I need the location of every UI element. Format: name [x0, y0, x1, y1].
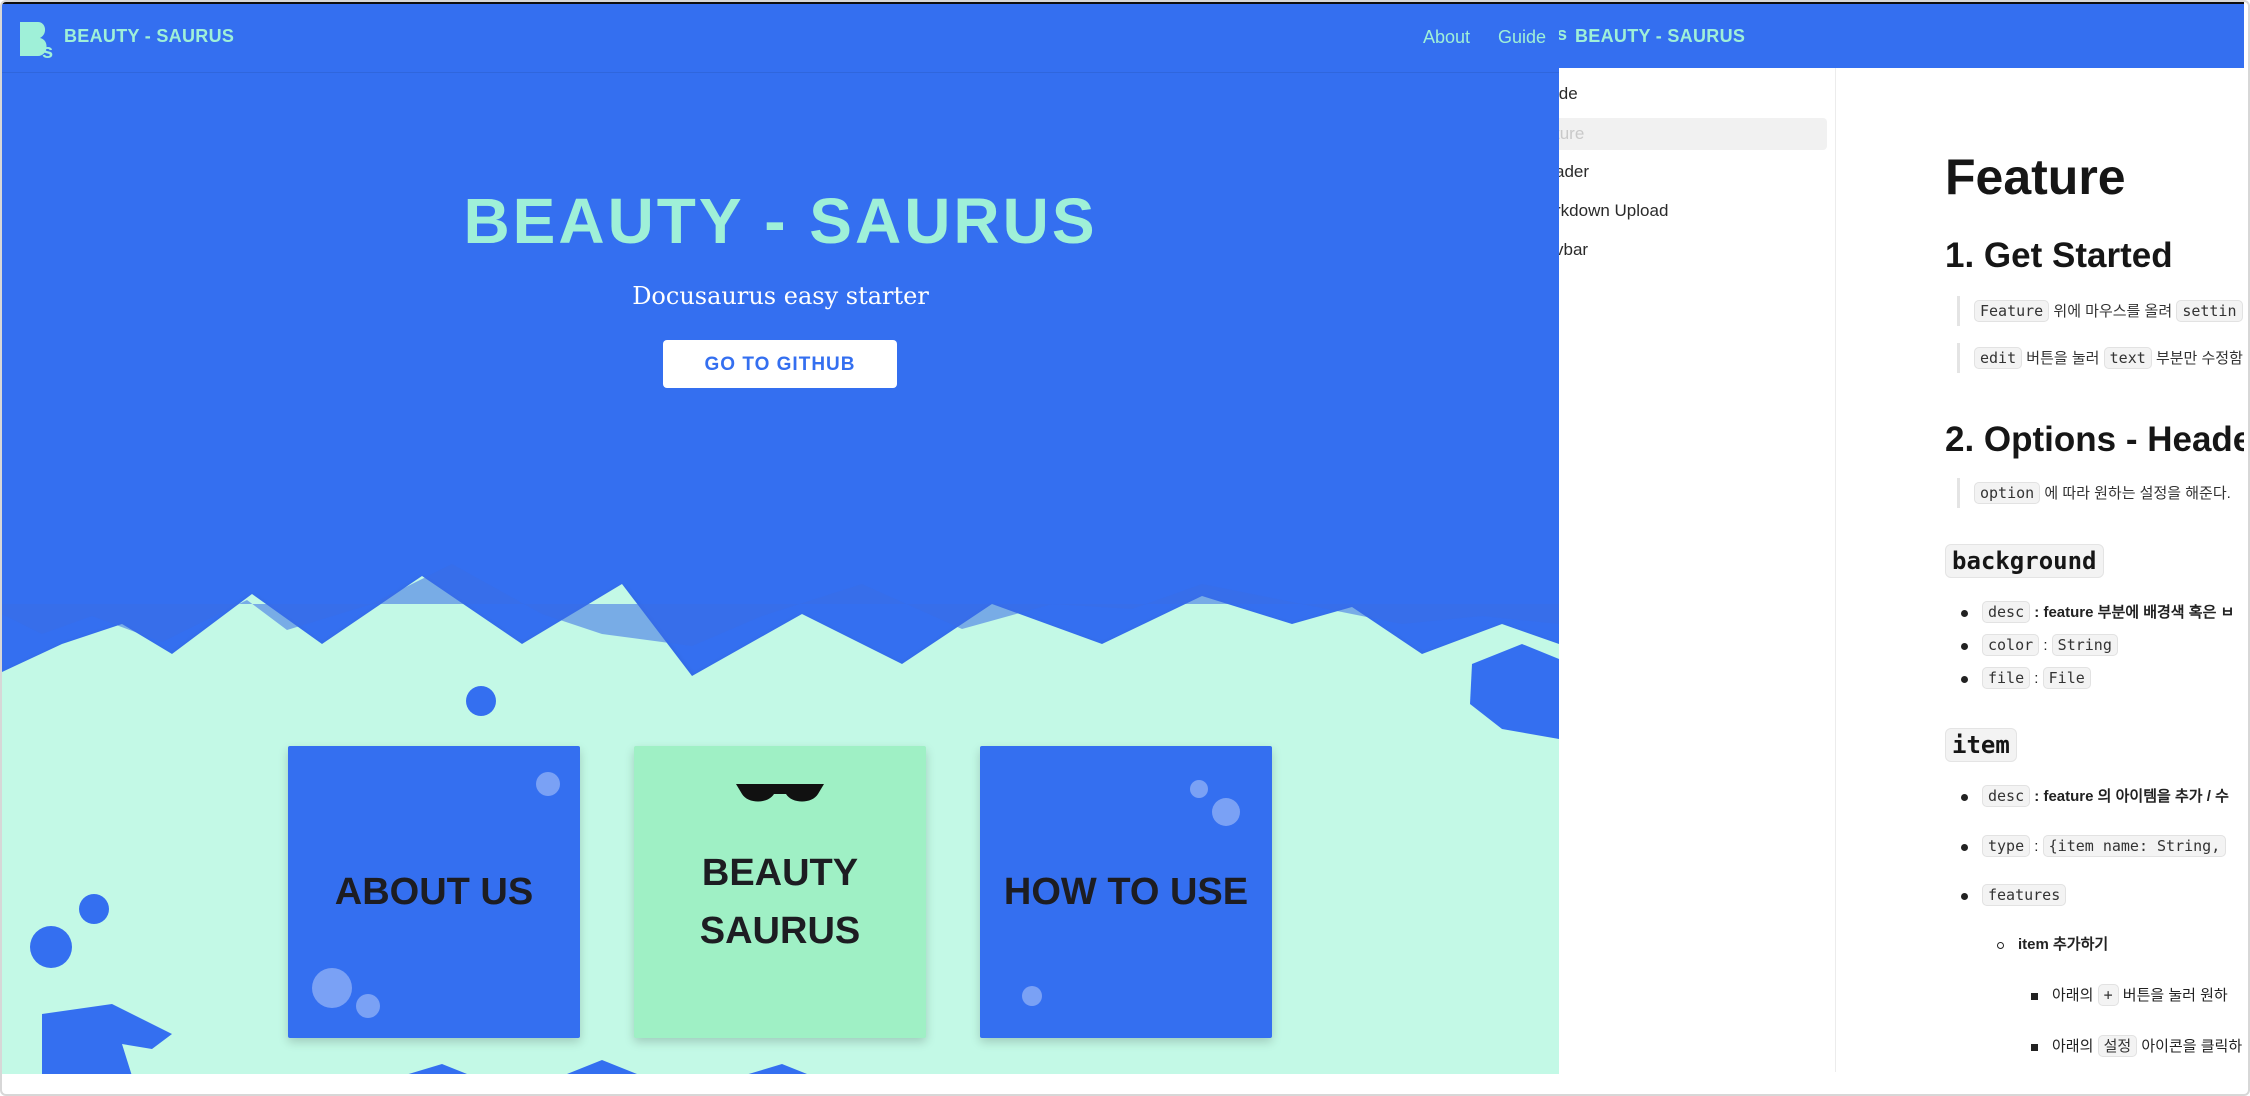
card-bubble: [536, 772, 560, 796]
inline-code: File: [2042, 667, 2091, 689]
inline-code: 설정: [2097, 1035, 2138, 1057]
sidebar-item-navbar[interactable]: vbar: [1555, 234, 1827, 266]
square-bullet-icon: [2031, 992, 2038, 1000]
quote-text: 위에 마우스를 올려: [2053, 303, 2173, 320]
nav-link-about[interactable]: About: [1423, 27, 1470, 48]
card-label: ABOUT US: [334, 871, 534, 913]
list-item: type : {item name: String,: [1961, 832, 2227, 860]
sub-sub-list-item: 아래의 + 버튼을 눌러 원하: [2031, 981, 2228, 1009]
square-bullet-icon: [2031, 1043, 2038, 1051]
list-text: 아이콘을 클릭하: [2141, 1038, 2243, 1055]
list-text: 아래의: [2052, 987, 2094, 1004]
sub-list-item: item 추가하기: [1997, 931, 2108, 959]
nav-link-guide[interactable]: Guide: [1498, 27, 1546, 48]
sub-sub-list-item: 아래의 설정 아이콘을 클릭하: [2031, 1032, 2242, 1060]
site-brand[interactable]: BEAUTY - SAURUS: [64, 26, 234, 47]
bubble: [30, 926, 72, 968]
inline-code: settin: [2176, 300, 2243, 322]
quote-text: 버튼을 눌러: [2026, 350, 2100, 367]
list-text: item 추가하기: [2018, 936, 2109, 953]
card-bubble: [356, 994, 380, 1018]
section-get-started: 1. Get Started: [1945, 236, 2173, 275]
sunglasses-icon: [736, 784, 824, 802]
quote-text: 에 따라 원하는 설정을 해준다.: [2044, 485, 2231, 502]
card-bubble: [312, 968, 352, 1008]
card-label: BEAUTY SAURUS: [699, 852, 861, 952]
docs-window: s BEAUTY - SAURUS ide ture ader rkdown U…: [1555, 2, 2244, 1072]
site-window: s BEAUTY - SAURUS About Guide BEAUTY - S…: [2, 2, 1559, 1074]
card-about-us[interactable]: ABOUT US: [288, 746, 580, 1038]
sidebar-item-header[interactable]: ader: [1555, 156, 1827, 188]
list-text: 버튼을 눌러 원하: [2122, 987, 2228, 1004]
github-button[interactable]: GO TO GITHUB: [663, 340, 897, 388]
card-bubble: [1212, 798, 1240, 826]
bullet-icon: [1961, 793, 1968, 801]
hero-title: BEAUTY - SAURUS: [463, 185, 1098, 257]
card-bubble: [1022, 986, 1042, 1006]
inline-code: Feature: [1974, 300, 2050, 322]
card-beauty-saurus[interactable]: BEAUTY SAURUS: [634, 746, 926, 1038]
ring-bullet-icon: [1997, 941, 2004, 949]
inline-code: desc: [1982, 785, 2031, 807]
list-item: color : String: [1961, 631, 2118, 659]
inline-code: option: [1974, 482, 2041, 504]
heading-background: background: [1945, 544, 2104, 578]
inline-code: text: [2103, 347, 2152, 369]
card-how-to-use[interactable]: HOW TO USE: [980, 746, 1272, 1038]
list-item: features: [1961, 881, 2067, 909]
page-title: Feature: [1945, 149, 2126, 205]
inline-code: edit: [1974, 347, 2023, 369]
list-text: : feature 의 아이템을 추가 / 수: [2034, 788, 2229, 805]
brand-logo-icon[interactable]: s: [16, 18, 60, 60]
bubble: [79, 894, 109, 924]
sidebar-item-markdown-upload[interactable]: rkdown Upload: [1555, 195, 1827, 227]
site-navbar: s BEAUTY - SAURUS About Guide: [2, 4, 1559, 73]
docs-sidebar: ide ture ader rkdown Upload vbar: [1555, 68, 1836, 1072]
card-label: HOW TO USE: [1003, 871, 1249, 913]
inline-code: type: [1982, 835, 2031, 857]
inline-code: color: [1982, 634, 2040, 656]
inline-code: String: [2051, 634, 2118, 656]
list-text: : feature 부분에 배경색 혹은 ㅂ: [2034, 604, 2235, 621]
sidebar-item-feature[interactable]: ture: [1555, 118, 1827, 150]
section-options-header: 2. Options - Heade: [1945, 420, 2244, 459]
inline-code: features: [1982, 884, 2067, 906]
sidebar-item-guide[interactable]: ide: [1555, 78, 1827, 110]
list-item: desc : feature 부분에 배경색 혹은 ㅂ: [1961, 598, 2234, 626]
docs-content: Feature 1. Get Started Feature 위에 마우스를 올…: [1945, 68, 2244, 1072]
hero-subtitle: Docusaurus easy starter: [632, 282, 929, 310]
bullet-icon: [1961, 609, 1968, 617]
card-bubble: [1190, 780, 1208, 798]
blockquote-2: edit 버튼을 눌러 text 부분만 수정함: [1957, 343, 2243, 373]
bullet-icon: [1961, 675, 1968, 683]
docs-brand[interactable]: BEAUTY - SAURUS: [1575, 26, 1745, 47]
svg-text:s: s: [42, 41, 53, 60]
heading-item: item: [1945, 728, 2017, 762]
inline-code: +: [2097, 984, 2119, 1006]
bullet-icon: [1961, 892, 1968, 900]
list-item: file : File: [1961, 664, 2091, 692]
docs-navbar: s BEAUTY - SAURUS: [1555, 2, 2244, 68]
list-text: 아래의: [2052, 1038, 2094, 1055]
inline-code: file: [1982, 667, 2031, 689]
inline-code: {item name: String,: [2042, 835, 2227, 857]
bullet-icon: [1961, 843, 1968, 851]
quote-text: 부분만 수정함: [2155, 350, 2243, 367]
blockquote-3: option 에 따라 원하는 설정을 해준다.: [1957, 478, 2231, 508]
bubble: [466, 686, 496, 716]
blockquote-1: Feature 위에 마우스를 올려 settin: [1957, 296, 2243, 326]
bullet-icon: [1961, 642, 1968, 650]
inline-code: desc: [1982, 601, 2031, 623]
list-item: desc : feature 의 아이템을 추가 / 수: [1961, 782, 2229, 810]
